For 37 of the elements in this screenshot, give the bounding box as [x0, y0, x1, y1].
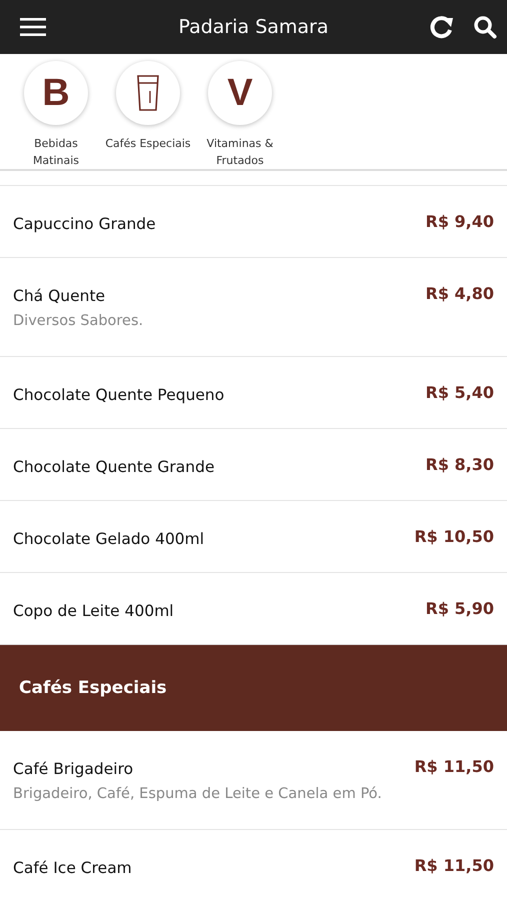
item-description: Brigadeiro, Café, Espuma de Leite e Canela em Pó. — [13, 786, 382, 802]
menu-item[interactable]: Chá Quente Diversos Sabores. R$ 4,80 — [0, 258, 507, 357]
item-name: Capuccino Grande — [13, 215, 156, 233]
item-name: Café Brigadeiro — [13, 760, 134, 778]
app-title: Padaria Samara — [178, 16, 329, 38]
item-price: R$ 11,50 — [414, 856, 494, 875]
refresh-icon[interactable] — [429, 15, 455, 39]
item-name: Chocolate Quente Pequeno — [13, 386, 224, 404]
section-header: Cafés Especiais — [0, 645, 507, 731]
item-name: Chocolate Gelado 400ml — [13, 530, 204, 548]
item-price: R$ 10,50 — [414, 527, 494, 546]
item-price: R$ 8,30 — [426, 455, 494, 474]
category-button[interactable]: B — [24, 61, 88, 125]
category-label: Vitaminas & Frutados — [206, 136, 274, 169]
category-button[interactable] — [116, 61, 180, 125]
item-name: Copo de Leite 400ml — [13, 602, 174, 620]
item-price: R$ 9,40 — [426, 212, 494, 231]
category-label: Cafés Especiais — [104, 136, 192, 152]
item-name: Café Ice Cream — [13, 859, 132, 877]
category-button[interactable]: V — [208, 61, 272, 125]
menu-item[interactable]: Chocolate Gelado 400ml R$ 10,50 — [0, 501, 507, 573]
menu-item[interactable]: Chocolate Quente Pequeno R$ 5,40 — [0, 357, 507, 429]
category-label: Bebidas Matinais — [32, 136, 80, 169]
item-description: Diversos Sabores. — [13, 313, 144, 329]
item-price: R$ 11,50 — [414, 757, 494, 776]
menu-item[interactable]: Café Ice Cream R$ 11,50 — [0, 830, 507, 900]
menu-icon[interactable] — [20, 17, 46, 37]
menu-item[interactable]: Café Brigadeiro Brigadeiro, Café, Espuma de Leite e Canela em Pó. R$ 11,50 — [0, 731, 507, 830]
item-price: R$ 5,40 — [426, 383, 494, 402]
search-icon[interactable] — [473, 15, 497, 39]
item-price: R$ 4,80 — [426, 284, 494, 303]
item-name: Chá Quente — [13, 287, 106, 305]
item-price: R$ 5,90 — [426, 599, 494, 618]
item-name: Chocolate Quente Grande — [13, 458, 214, 476]
menu-item[interactable]: Capuccino Grande R$ 9,40 — [0, 186, 507, 258]
menu-item[interactable]: Chocolate Quente Grande R$ 8,30 — [0, 429, 507, 501]
glass-icon — [137, 75, 159, 111]
